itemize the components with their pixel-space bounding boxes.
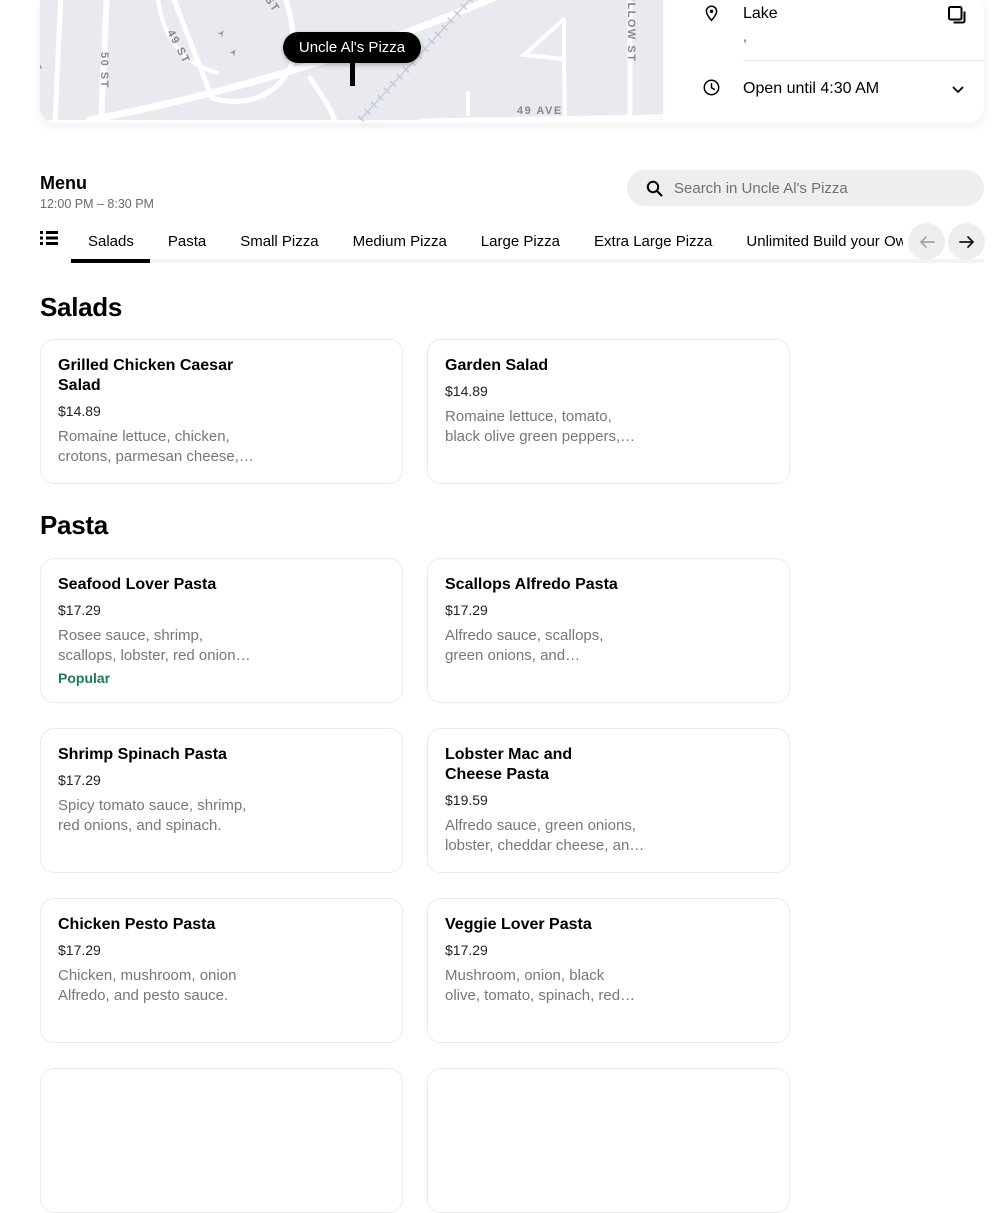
restaurant-address: Lake	[743, 5, 778, 22]
menu-item-card[interactable]: Garden Salad $14.89 Romaine lettuce, tom…	[427, 339, 790, 484]
item-price: $17.29	[58, 772, 101, 788]
menu-item-card-partial[interactable]	[40, 1068, 403, 1213]
item-name: Seafood Lover Pasta	[58, 576, 217, 593]
menu-item-card[interactable]: Shrimp Spinach Pasta $17.29 Spicy tomato…	[40, 728, 403, 873]
search-input[interactable]	[672, 178, 956, 198]
item-price: $17.29	[445, 602, 488, 618]
item-price: $19.59	[445, 792, 488, 808]
map-pin-stem	[350, 62, 355, 86]
menu-item-card[interactable]: Grilled Chicken Caesar Salad $14.89 Roma…	[40, 339, 403, 484]
street-label: 49 AVE	[517, 105, 563, 117]
item-description: Spicy tomato sauce, shrimp, red onions, …	[58, 797, 247, 834]
item-name: Grilled Chicken Caesar Salad	[58, 357, 234, 394]
item-description: Chicken, mushroom, onion Alfredo, and pe…	[58, 967, 237, 1004]
list-icon	[40, 231, 58, 245]
menu-hours: 12:00 PM – 8:30 PM	[40, 197, 154, 211]
tabs-prev-button[interactable]	[908, 223, 945, 260]
street-label: 50 ST	[98, 52, 110, 89]
item-name: Lobster Mac and Cheese Pasta	[445, 746, 573, 783]
opening-hours-row[interactable]: Open until 4:30 AM	[663, 70, 984, 110]
item-name: Scallops Alfredo Pasta	[445, 576, 618, 593]
restaurant-map-card: ST 49 ST 50 ST WILLOW ST 49 AVE ST ➤ ➤ U…	[40, 0, 984, 123]
menu-item-card-partial[interactable]	[427, 1068, 790, 1213]
popular-badge: Popular	[58, 670, 111, 686]
item-description: Mushroom, onion, black olive, tomato, sp…	[445, 967, 636, 1004]
section-title-salads: Salads	[40, 292, 123, 322]
divider	[743, 60, 984, 61]
item-name: Chicken Pesto Pasta	[58, 916, 216, 933]
item-description: Rosee sauce, shrimp, scallops, lobster, …	[58, 627, 251, 664]
item-price: $14.89	[445, 383, 488, 399]
item-price: $17.29	[445, 942, 488, 958]
item-description: Romaine lettuce, chicken, crotons, parme…	[58, 428, 254, 465]
menu-item-card[interactable]: Lobster Mac and Cheese Pasta $19.59 Alfr…	[427, 728, 790, 873]
section-title-pasta: Pasta	[40, 510, 108, 540]
clock-icon	[703, 79, 720, 96]
menu-title: Menu	[40, 173, 87, 193]
pasta-grid: Seafood Lover Pasta $17.29 Rosee sauce, …	[40, 558, 790, 1213]
arrow-right-icon	[958, 235, 974, 248]
menu-list-button[interactable]	[40, 230, 58, 246]
tabs-next-button[interactable]	[948, 223, 985, 260]
menu-item-card[interactable]: Scallops Alfredo Pasta $17.29 Alfredo sa…	[427, 558, 790, 703]
map-pin-label[interactable]: Uncle Al's Pizza	[283, 32, 421, 63]
street-label: WILLOW ST	[625, 0, 637, 63]
item-name: Veggie Lover Pasta	[445, 916, 592, 933]
item-price: $17.29	[58, 942, 101, 958]
arrow-left-icon	[919, 235, 935, 248]
item-description: Romaine lettuce, tomato, black olive gre…	[445, 408, 636, 445]
menu-item-card[interactable]: Chicken Pesto Pasta $17.29 Chicken, mush…	[40, 898, 403, 1043]
map[interactable]: ST 49 ST 50 ST WILLOW ST 49 AVE ST ➤ ➤ U…	[40, 0, 663, 123]
search-bar[interactable]	[627, 170, 984, 206]
copy-icon	[948, 6, 966, 24]
item-name: Shrimp Spinach Pasta	[58, 746, 227, 763]
salads-grid: Grilled Chicken Caesar Salad $14.89 Roma…	[40, 339, 790, 484]
item-price: $14.89	[58, 403, 101, 419]
menu-item-card[interactable]: Seafood Lover Pasta $17.29 Rosee sauce, …	[40, 558, 403, 703]
category-tabbar: Salads Pasta Small Pizza Medium Pizza La…	[0, 222, 1004, 267]
item-name: Garden Salad	[445, 357, 549, 374]
search-icon	[646, 180, 663, 196]
location-pin-icon	[705, 5, 718, 22]
tab-underline-track	[71, 259, 984, 263]
menu-item-card[interactable]: Veggie Lover Pasta $17.29 Mushroom, onio…	[427, 898, 790, 1043]
restaurant-address-line2: ,	[743, 28, 747, 44]
item-description: Alfredo sauce, green onions, lobster, ch…	[445, 817, 645, 854]
copy-address-button[interactable]	[946, 4, 968, 26]
restaurant-info-panel: Lake , Open until 4:30 AM	[663, 0, 984, 123]
chevron-down-icon	[952, 86, 964, 93]
active-tab-indicator	[71, 259, 150, 263]
item-description: Alfredo sauce, scallops, green onions, a…	[445, 627, 604, 664]
item-price: $17.29	[58, 602, 101, 618]
hours-status: Open until 4:30 AM	[743, 80, 880, 97]
